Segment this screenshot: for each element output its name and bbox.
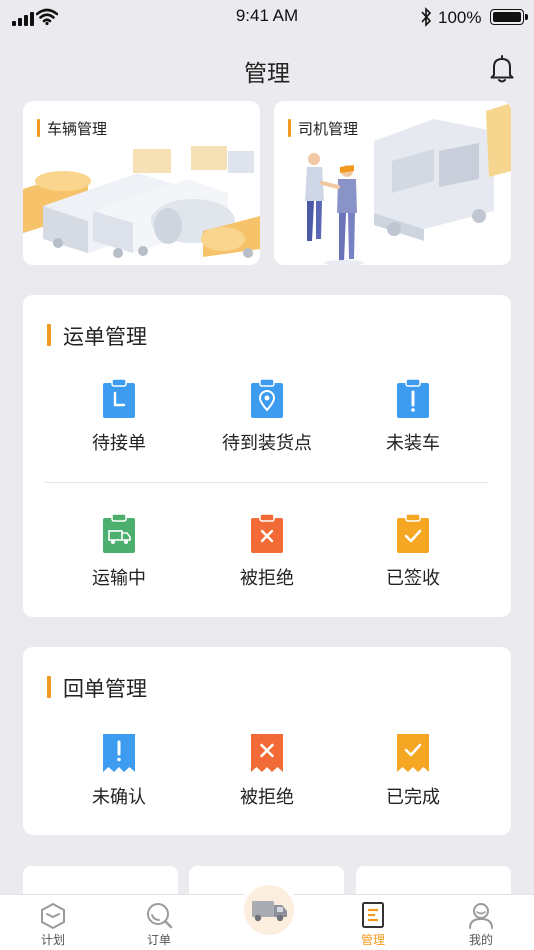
waybill-to-loading-point[interactable]: 待到装货点 — [197, 379, 337, 455]
waybill-item-label: 未装车 — [386, 433, 440, 454]
tab-label: 我的 — [468, 933, 493, 947]
tab-orders[interactable]: 订单 — [106, 895, 212, 950]
tab-manage[interactable]: 管理 — [320, 895, 426, 950]
vehicle-management-label: 车辆管理 — [37, 118, 107, 139]
receipt-completed[interactable]: 已完成 — [343, 733, 483, 809]
location-clipboard-icon — [251, 379, 283, 418]
driver-management-label: 司机管理 — [288, 118, 358, 139]
manage-icon — [362, 902, 384, 928]
tab-bar: 计划 订单 管理 我的 — [0, 881, 534, 950]
profile-icon — [469, 903, 493, 929]
tab-label: 管理 — [360, 933, 385, 947]
battery-percent: 100% — [438, 8, 482, 27]
receipt-item-label: 被拒绝 — [240, 787, 294, 808]
receipt-unconfirmed[interactable]: 未确认 — [49, 733, 189, 809]
tab-truck-center[interactable] — [240, 881, 298, 939]
bluetooth-icon — [421, 7, 432, 27]
truck-icon — [252, 901, 287, 922]
clock-clipboard-icon — [103, 379, 135, 418]
tab-profile[interactable]: 我的 — [428, 895, 534, 950]
check-clipboard-icon — [397, 514, 429, 553]
exclamation-clipboard-icon — [397, 379, 429, 418]
receipt-rejected[interactable]: 被拒绝 — [197, 733, 337, 809]
waybill-management-title: 运单管理 — [47, 321, 147, 351]
tab-label: 计划 — [40, 933, 65, 947]
waybill-in-transit[interactable]: 运输中 — [49, 514, 189, 590]
order-search-icon — [147, 903, 173, 929]
section-divider — [45, 482, 489, 483]
page-title: 管理 — [244, 61, 290, 87]
x-clipboard-icon — [251, 514, 283, 553]
waybill-item-label: 已签收 — [386, 568, 440, 589]
truck-clipboard-icon — [103, 514, 135, 553]
status-bar: 9:41 AM 100% — [0, 0, 534, 34]
waybill-item-label: 待接单 — [92, 433, 146, 454]
driver-management-card[interactable]: 司机管理 — [274, 101, 511, 265]
vehicle-management-card[interactable]: 车辆管理 — [23, 101, 260, 265]
tab-plan[interactable]: 计划 — [0, 895, 106, 950]
waybill-management-section: 运单管理 待接单 待到装货点 未装车 运输中 被拒绝 已签收 — [23, 295, 511, 617]
battery-icon — [490, 9, 528, 25]
waybill-item-label: 被拒绝 — [240, 568, 294, 589]
receipt-item-label: 未确认 — [92, 787, 146, 808]
waybill-not-loaded[interactable]: 未装车 — [343, 379, 483, 455]
exclamation-receipt-icon — [103, 734, 135, 772]
waybill-item-label: 待到装货点 — [222, 433, 312, 454]
x-receipt-icon — [251, 734, 283, 772]
waybill-item-label: 运输中 — [92, 568, 146, 589]
receipt-management-section: 回单管理 未确认 被拒绝 已完成 — [23, 647, 511, 835]
waybill-signed[interactable]: 已签收 — [343, 514, 483, 590]
receipt-management-title: 回单管理 — [47, 673, 147, 703]
bell-icon[interactable] — [488, 54, 516, 84]
receipt-item-label: 已完成 — [386, 787, 440, 808]
tab-label: 订单 — [146, 933, 171, 947]
plan-icon — [41, 903, 65, 929]
waybill-pending-accept[interactable]: 待接单 — [49, 379, 189, 455]
waybill-rejected[interactable]: 被拒绝 — [197, 514, 337, 590]
nav-bar: 管理 — [0, 44, 534, 94]
check-receipt-icon — [397, 734, 429, 772]
